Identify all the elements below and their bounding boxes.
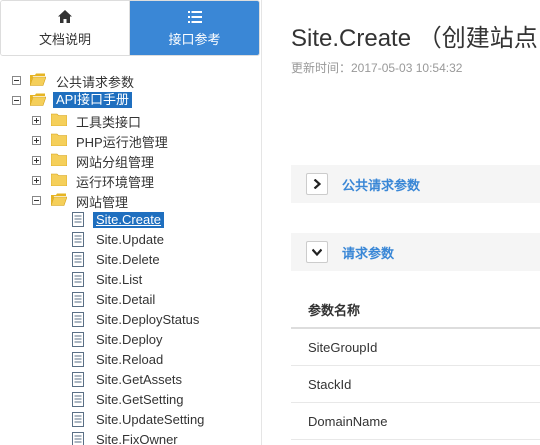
chevron-right-icon[interactable]: [306, 173, 328, 195]
table-row: DomainName: [291, 403, 540, 440]
tree-item-php-pool[interactable]: PHP运行池管理: [0, 130, 260, 150]
main-content: Site.Create （创建站点 更新时间：2017-05-03 10:54:…: [262, 0, 540, 445]
collapse-toggle-icon[interactable]: [12, 76, 21, 85]
folder-icon: [51, 153, 67, 166]
document-icon: [72, 272, 84, 287]
document-icon: [72, 432, 84, 445]
tree-item-label: Site.List: [96, 272, 143, 287]
tree-item-site-delete[interactable]: Site.Delete: [0, 250, 260, 270]
folder-open-icon: [51, 193, 67, 206]
tree-item-label: 工具类接口: [76, 115, 142, 130]
document-icon: [72, 332, 84, 347]
folder-icon: [51, 113, 67, 126]
document-icon: [72, 412, 84, 427]
folder-open-icon: [30, 93, 46, 106]
tree-item-label: 网站分组管理: [76, 155, 155, 170]
tree-item-label: Site.Reload: [96, 352, 164, 367]
expand-toggle-icon[interactable]: [32, 116, 41, 125]
document-icon: [72, 352, 84, 367]
tree-item-site-create[interactable]: Site.Create: [0, 210, 260, 230]
expand-toggle-icon[interactable]: [32, 136, 41, 145]
tree-item-tool-apis[interactable]: 工具类接口: [0, 110, 260, 130]
sidebar: 文档说明 接口参考 公共请求参数 API接口手册 工具类接口 PHP运行池管理 …: [0, 0, 262, 445]
expand-toggle-icon[interactable]: [32, 176, 41, 185]
tree-item-runtime-env[interactable]: 运行环境管理: [0, 170, 260, 190]
tree-item-label: Site.Detail: [96, 292, 156, 307]
folder-icon: [51, 133, 67, 146]
table-row: SiteGroupId: [291, 329, 540, 366]
tree-item-label: 网站管理: [76, 195, 129, 210]
tree-item-label: Site.Create: [93, 212, 165, 228]
table-row: StackId: [291, 366, 540, 403]
chevron-down-icon[interactable]: [306, 241, 328, 263]
home-icon: [58, 9, 72, 25]
tree-item-label: Site.Delete: [96, 252, 160, 267]
tree-item-api-manual[interactable]: API接口手册: [0, 90, 260, 110]
collapse-toggle-icon[interactable]: [32, 196, 41, 205]
document-icon: [72, 392, 84, 407]
tree-item-label: Site.GetAssets: [96, 372, 182, 387]
tree-item-site-update[interactable]: Site.Update: [0, 230, 260, 250]
tree-item-label: API接口手册: [53, 92, 132, 108]
folder-open-icon: [30, 73, 46, 86]
tree-item-label: Site.UpdateSetting: [96, 412, 205, 427]
tree-item-site-fixowner[interactable]: Site.FixOwner: [0, 430, 260, 445]
list-icon: [187, 9, 202, 25]
page-title: Site.Create （创建站点: [291, 25, 538, 52]
expand-toggle-icon[interactable]: [32, 156, 41, 165]
tree-item-site-management[interactable]: 网站管理: [0, 190, 260, 210]
tree-item-site-detail[interactable]: Site.Detail: [0, 290, 260, 310]
tree-item-site-getassets[interactable]: Site.GetAssets: [0, 370, 260, 390]
tree-item-site-groups[interactable]: 网站分组管理: [0, 150, 260, 170]
updated-time: 更新时间：2017-05-03 10:54:32: [291, 61, 463, 75]
sidebar-tabs: 文档说明 接口参考: [0, 0, 260, 56]
tree-item-label: 公共请求参数: [56, 75, 135, 90]
document-icon: [72, 232, 84, 247]
collapse-toggle-icon[interactable]: [12, 96, 21, 105]
tree-item-site-list[interactable]: Site.List: [0, 270, 260, 290]
tree-item-label: Site.FixOwner: [96, 432, 178, 445]
section-title: 公共请求参数: [342, 177, 421, 193]
param-table-header: 参数名称: [291, 292, 540, 329]
tree-item-label: Site.Deploy: [96, 332, 163, 347]
tab-doc-description[interactable]: 文档说明: [1, 1, 130, 55]
tree-item-label: Site.Update: [96, 232, 164, 247]
tree-item-label: Site.GetSetting: [96, 392, 184, 407]
tree-item-site-getsetting[interactable]: Site.GetSetting: [0, 390, 260, 410]
tree-item-site-updatesetting[interactable]: Site.UpdateSetting: [0, 410, 260, 430]
tree-item-site-deploy[interactable]: Site.Deploy: [0, 330, 260, 350]
document-icon: [72, 252, 84, 267]
folder-icon: [51, 173, 67, 186]
document-icon: [72, 372, 84, 387]
tree-item-label: PHP运行池管理: [76, 135, 168, 150]
section-public-params[interactable]: 公共请求参数: [291, 165, 540, 203]
tree-item-label: 运行环境管理: [76, 175, 155, 190]
document-icon: [72, 292, 84, 307]
tab-label: 文档说明: [38, 31, 91, 47]
section-title: 请求参数: [342, 245, 395, 261]
tab-api-reference[interactable]: 接口参考: [130, 1, 259, 55]
document-icon: [72, 312, 84, 327]
section-request-params[interactable]: 请求参数: [291, 233, 540, 271]
tree-item-label: Site.DeployStatus: [96, 312, 200, 327]
tree-item-site-reload[interactable]: Site.Reload: [0, 350, 260, 370]
tab-label: 接口参考: [168, 31, 221, 47]
tree-item-public-params[interactable]: 公共请求参数: [0, 70, 260, 90]
document-icon: [72, 212, 84, 227]
tree-item-site-deploystatus[interactable]: Site.DeployStatus: [0, 310, 260, 330]
